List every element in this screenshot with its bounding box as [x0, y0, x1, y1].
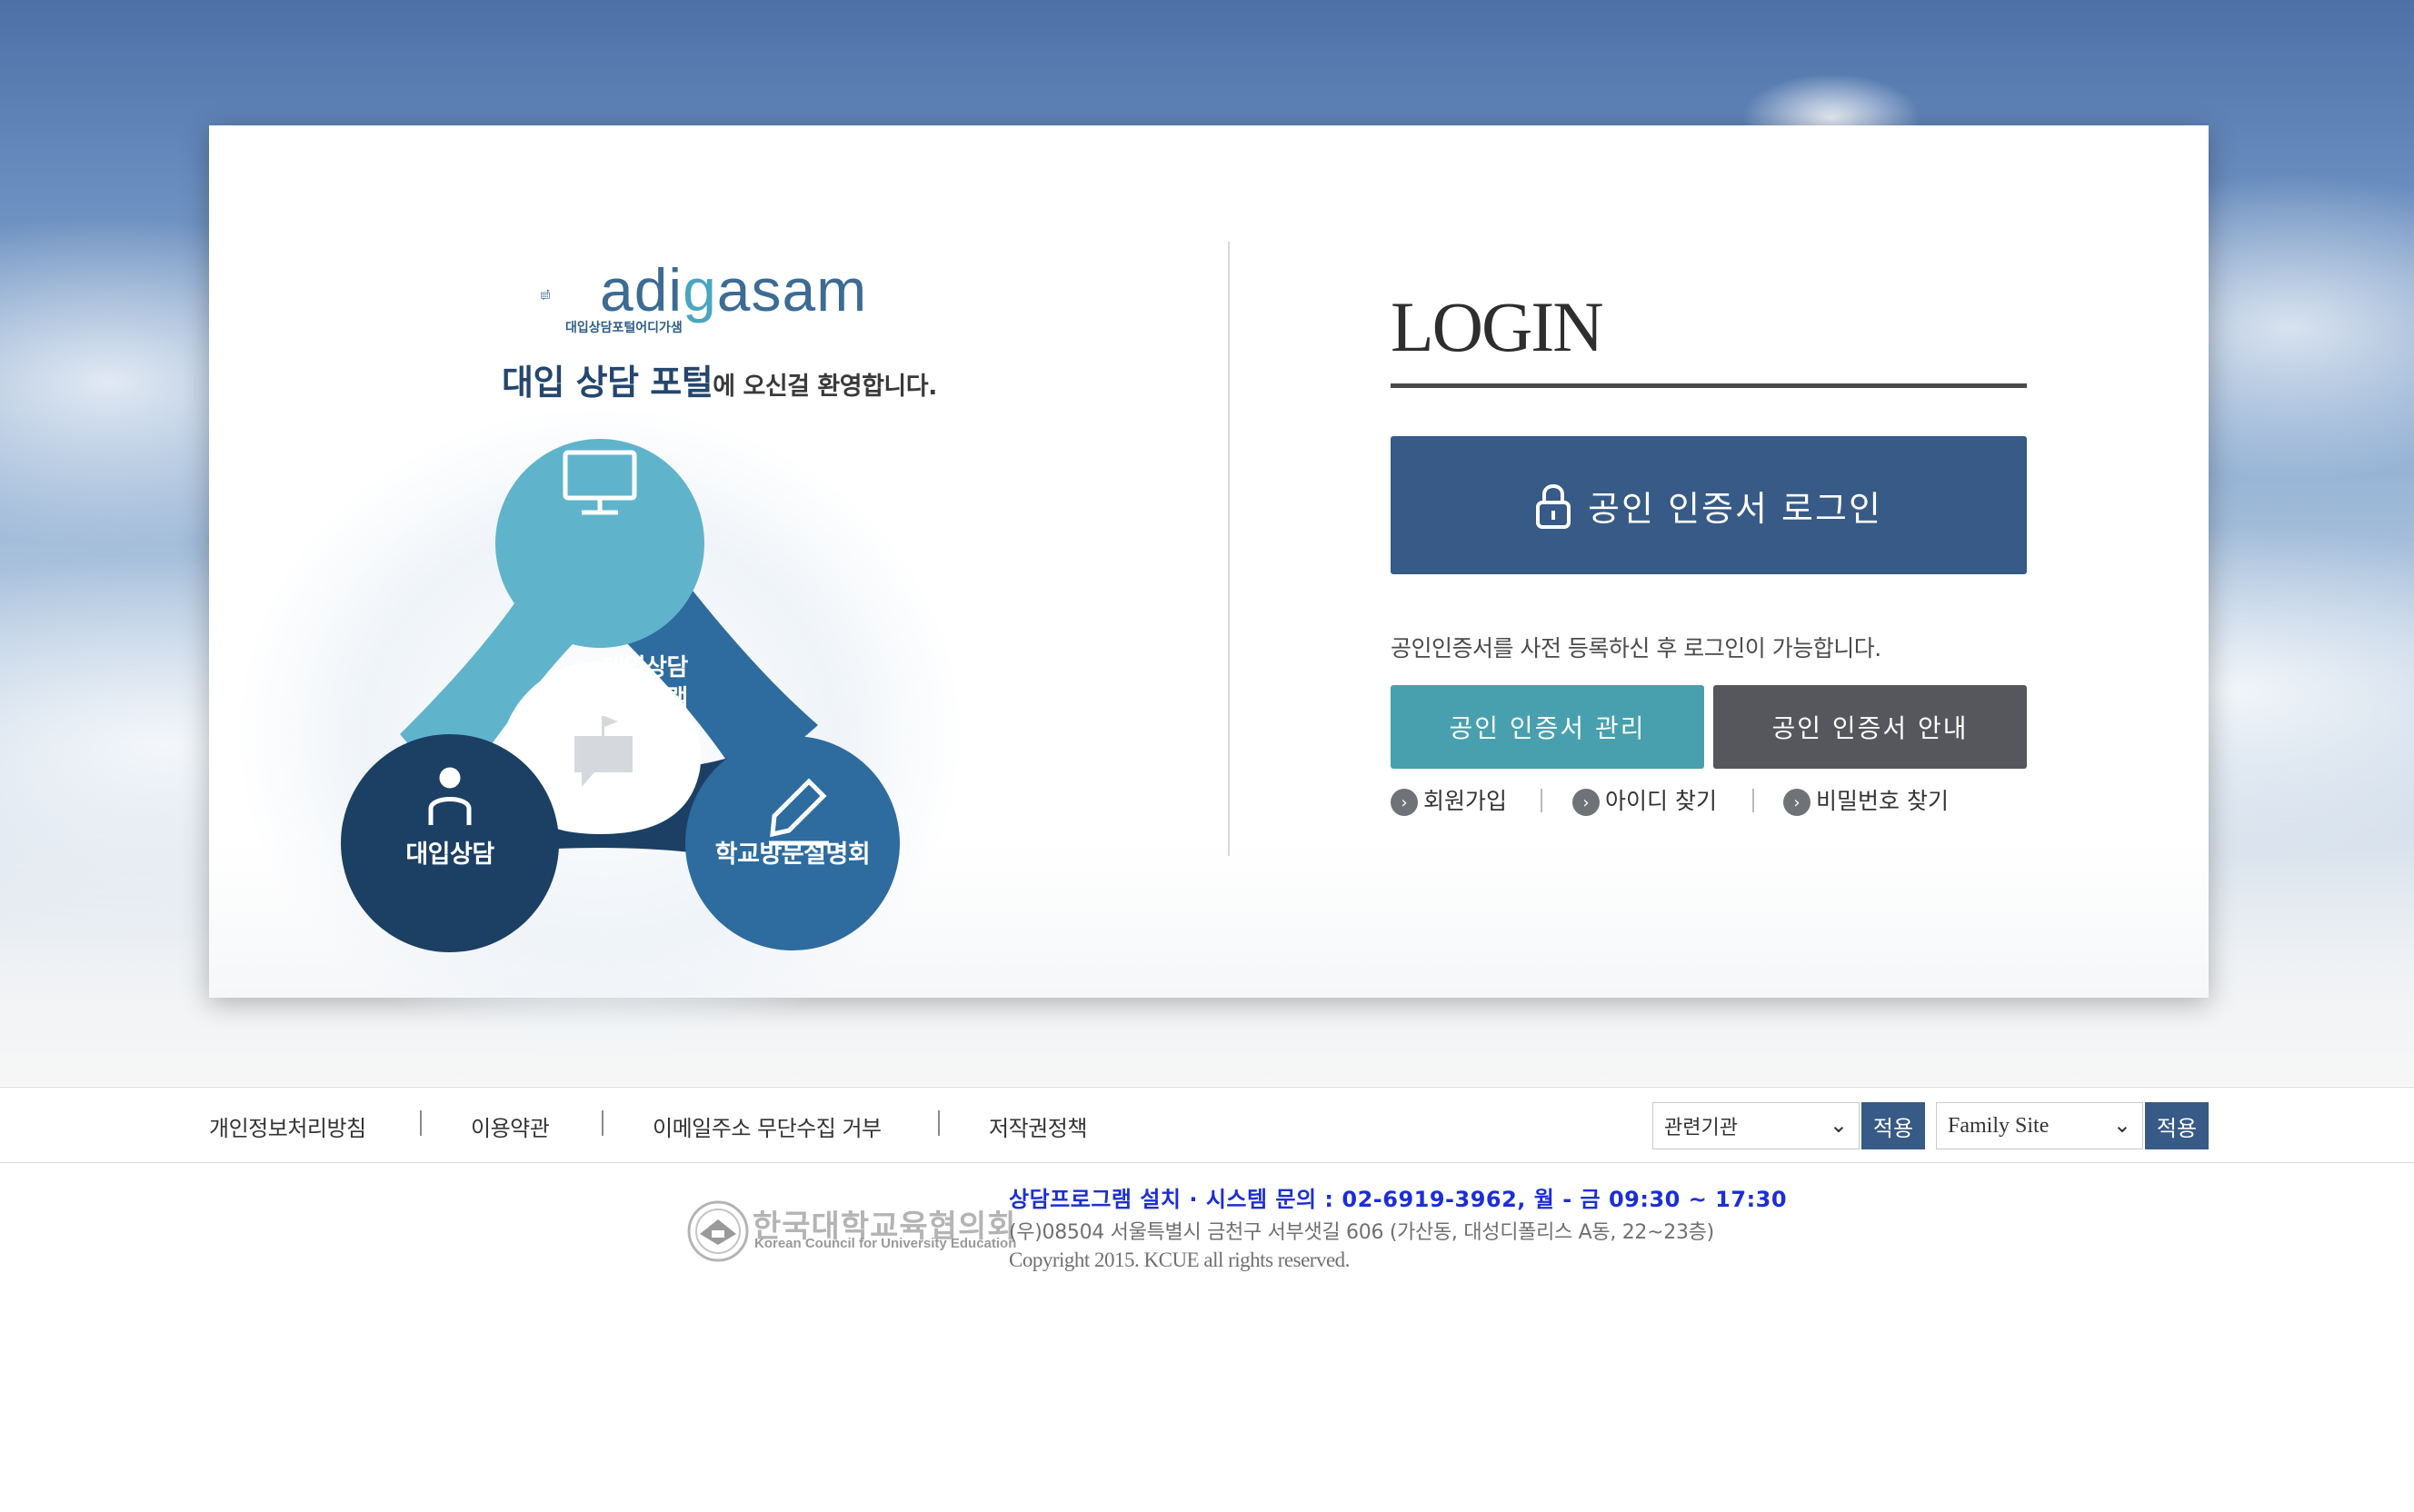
- footer-email-refusal-link[interactable]: 이메일주소 무단수집 거부: [653, 1110, 882, 1142]
- chevron-down-icon: ⌄: [2112, 1114, 2131, 1138]
- cert-login-button[interactable]: 공인 인증서 로그인: [1391, 436, 2027, 574]
- login-title-rule: [1391, 383, 2027, 388]
- footer-terms-link[interactable]: 이용약관: [471, 1110, 550, 1142]
- family-site-select[interactable]: Family Site ⌄: [1936, 1102, 2143, 1149]
- vertical-divider: [1228, 242, 1230, 856]
- find-password-link-label: 비밀번호 찾기: [1816, 788, 1949, 814]
- chevron-right-icon: ›: [1572, 789, 1600, 816]
- circle-program: [495, 439, 704, 648]
- chevron-right-icon: ›: [1783, 789, 1810, 816]
- footer-divider: [602, 1110, 604, 1136]
- copyright-text: Copyright 2015. KCUE all rights reserved…: [1009, 1248, 1350, 1271]
- logo-wordmark: adigasam: [600, 256, 868, 323]
- diagram-label-program-line1: 대입상담: [603, 654, 688, 681]
- service-diagram: [236, 407, 963, 1061]
- related-org-select-value: 관련기관: [1664, 1117, 1738, 1139]
- find-id-link-label: 아이디 찾기: [1605, 788, 1717, 814]
- footer-privacy-link[interactable]: 개인정보처리방침: [209, 1110, 366, 1142]
- find-id-link[interactable]: › 아이디 찾기: [1572, 783, 1717, 816]
- chevron-right-icon: ›: [1391, 789, 1418, 816]
- account-links: › 회원가입 › 아이디 찾기 › 비밀번호 찾기: [1391, 783, 2027, 820]
- login-title: LOGIN: [1391, 287, 1604, 366]
- kcue-emblem-icon: [687, 1200, 749, 1262]
- address-info: (우)08504 서울특별시 금천구 서부샛길 606 (가산동, 대성디폴리스…: [1009, 1221, 1714, 1244]
- related-org-select[interactable]: 관련기관 ⌄: [1652, 1102, 1860, 1149]
- signup-link[interactable]: › 회원가입: [1391, 783, 1507, 816]
- lock-icon: [1536, 484, 1571, 529]
- find-password-link[interactable]: › 비밀번호 찾기: [1783, 783, 1949, 816]
- contact-info: 상담프로그램 설치 · 시스템 문의 : 02-6919-3962, 월 - 금…: [1009, 1187, 1788, 1212]
- chevron-down-icon: ⌄: [1829, 1112, 1848, 1138]
- cert-login-label: 공인 인증서 로그인: [1588, 488, 1882, 529]
- kcue-name-en: Korean Council for University Education: [754, 1236, 1017, 1251]
- link-divider: [1752, 789, 1754, 812]
- related-org-apply-button[interactable]: 적용: [1861, 1102, 1925, 1149]
- diagram-label-school-visit: 학교방문설명회: [714, 841, 871, 869]
- signup-link-label: 회원가입: [1423, 788, 1508, 814]
- diagram-label-program-line2: 프로그램: [603, 685, 688, 712]
- link-divider: [1541, 789, 1542, 812]
- family-site-apply-button[interactable]: 적용: [2145, 1102, 2209, 1149]
- footer-copyright-policy-link[interactable]: 저작권정책: [989, 1110, 1087, 1142]
- diagram-label-counsel: 대입상담: [405, 841, 494, 869]
- logo-subtitle: 대입상담포털어디가샘: [565, 321, 683, 335]
- login-notice: 공인인증서를 사전 등록하신 후 로그인이 가능합니다.: [1391, 635, 1881, 662]
- diagram-label-program: 대입상담 프로그램: [554, 652, 736, 714]
- cert-guide-button[interactable]: 공인 인증서 안내: [1713, 685, 2027, 769]
- login-card: adigasam 대입상담포털어디가샘 대입 상담 포털에 오신걸 환영합니다.: [209, 125, 2209, 1061]
- footer-divider: [938, 1110, 940, 1136]
- footer-divider: [420, 1110, 422, 1136]
- cert-manage-button[interactable]: 공인 인증서 관리: [1391, 685, 1704, 769]
- family-site-select-value: Family Site: [1948, 1113, 2050, 1138]
